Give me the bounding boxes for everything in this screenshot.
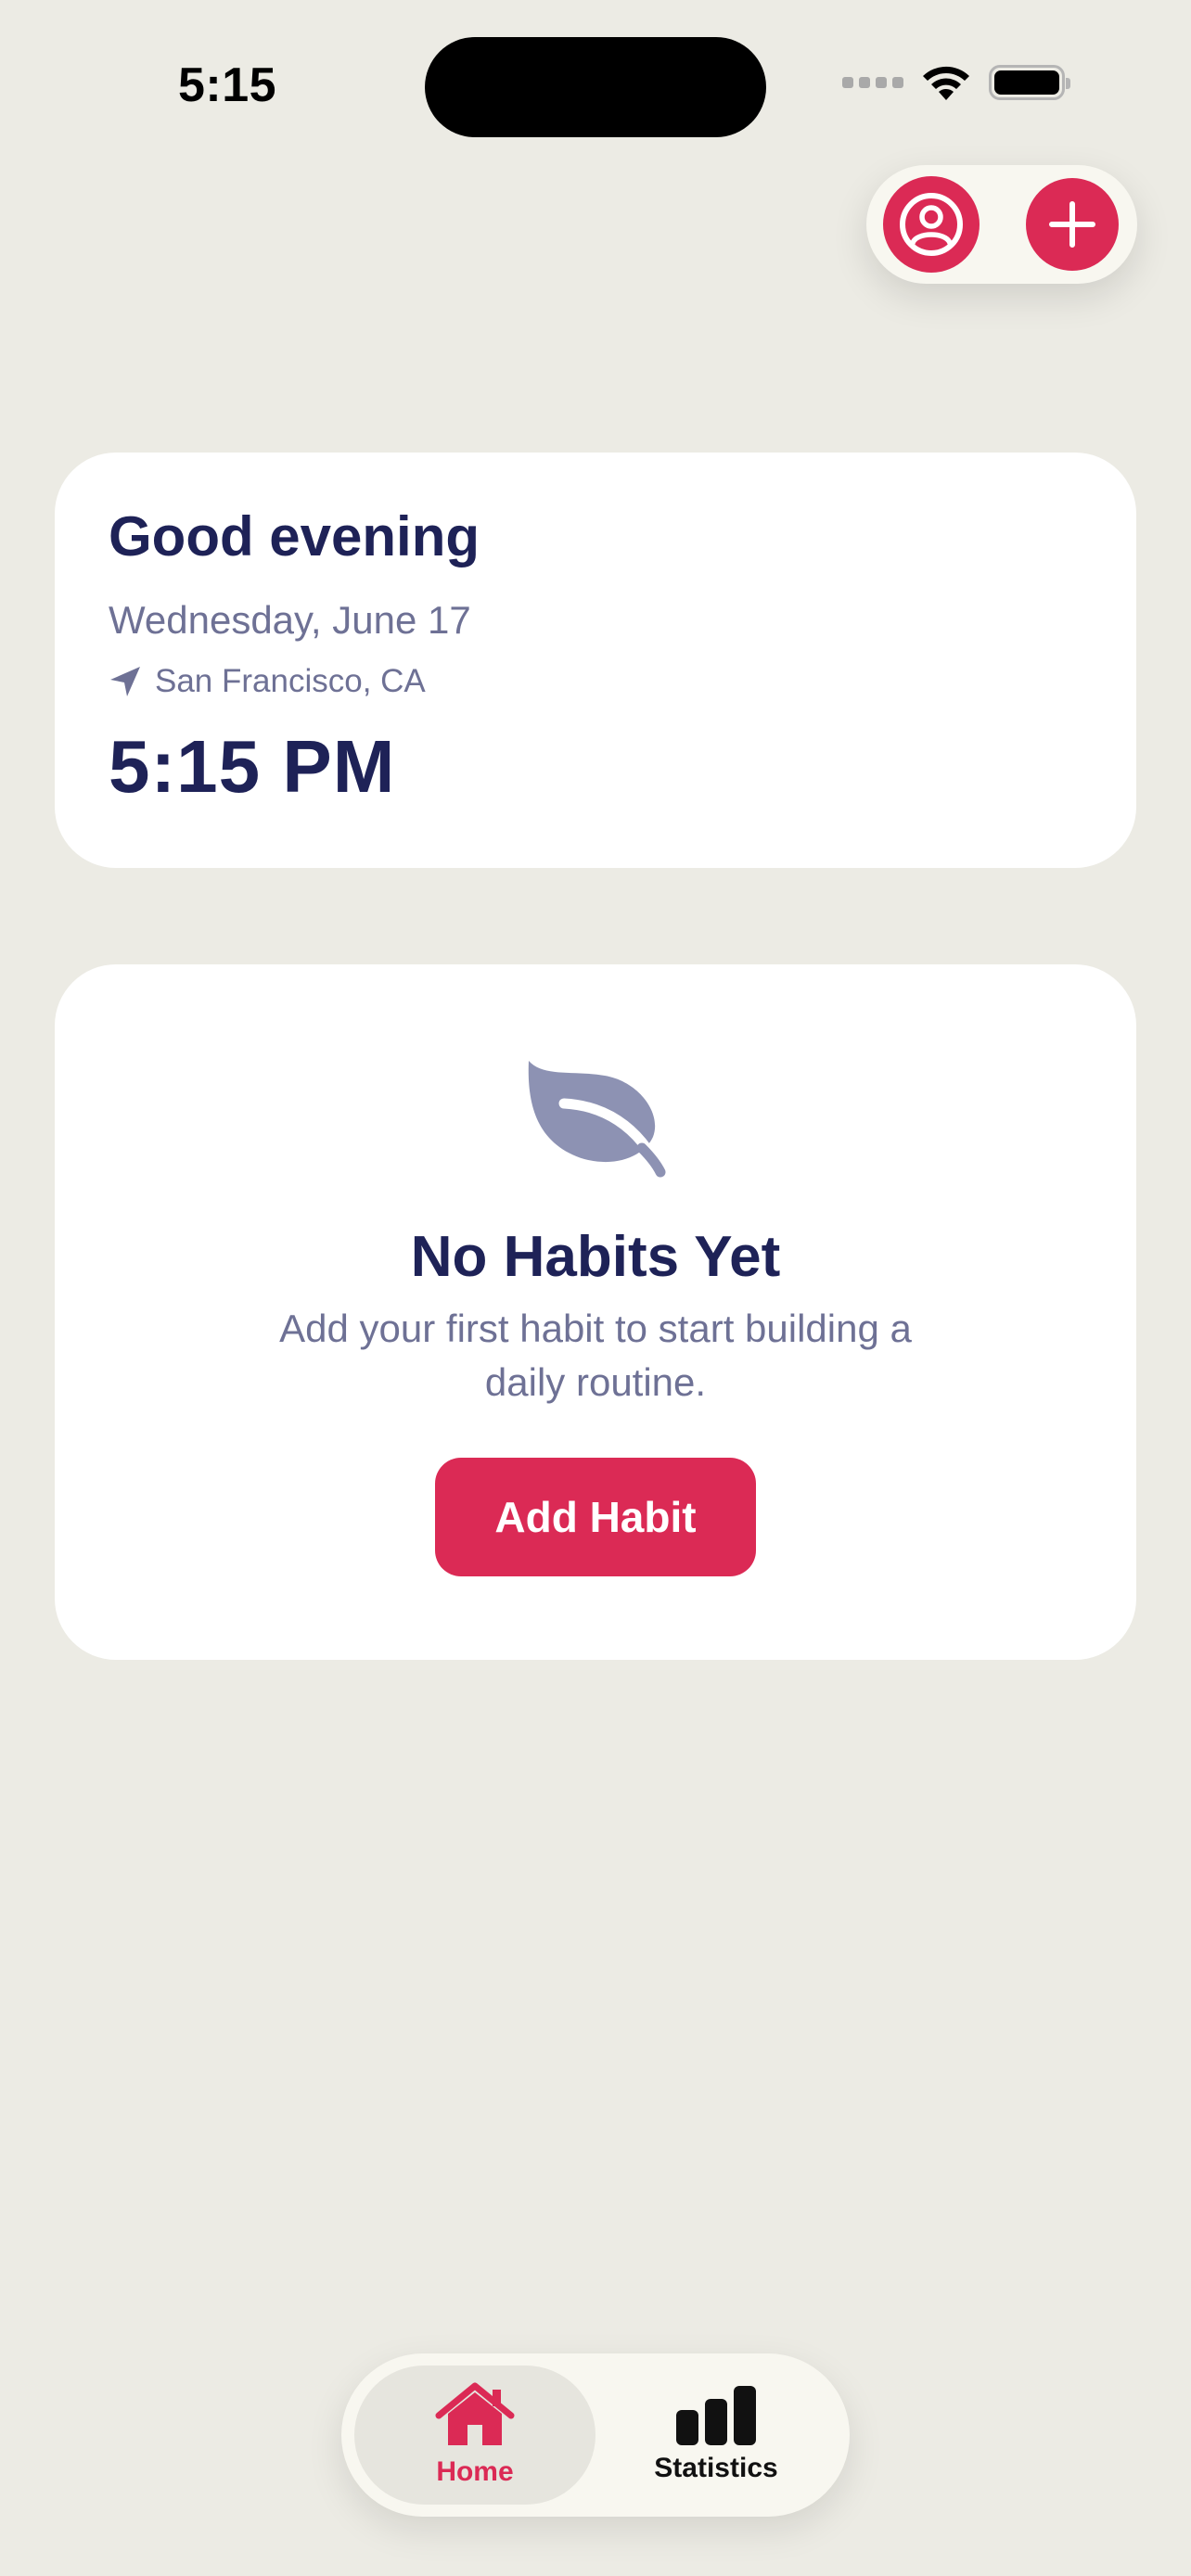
greeting-card: Good evening Wednesday, June 17 San Fran… <box>55 453 1136 868</box>
person-circle-icon <box>900 193 963 256</box>
empty-state-description: Add your first habit to start building a… <box>279 1307 912 1404</box>
bar-chart-icon <box>676 2386 756 2445</box>
tab-bar: Home Statistics <box>341 2353 850 2517</box>
empty-habits-card: No Habits Yet Add your first habit to st… <box>55 964 1136 1660</box>
profile-button[interactable] <box>883 176 980 273</box>
current-time: 5:15 PM <box>109 725 396 808</box>
tab-home-label: Home <box>436 2456 514 2487</box>
leaf-icon <box>528 1061 666 1178</box>
empty-state-title: No Habits Yet <box>410 1225 781 1289</box>
status-indicators <box>842 63 1070 102</box>
add-habit-button[interactable]: Add Habit <box>435 1458 756 1576</box>
top-action-bar <box>866 165 1137 284</box>
tab-statistics-label: Statistics <box>654 2453 778 2483</box>
location-arrow-icon <box>110 667 140 696</box>
dynamic-island <box>425 37 766 137</box>
battery-icon <box>989 65 1070 100</box>
screen: 5:15 Good evening Wednesday, June 17 San… <box>0 0 1191 2576</box>
location-row: San Francisco, CA <box>109 663 1082 700</box>
tab-home[interactable]: Home <box>354 2366 596 2505</box>
plus-icon <box>1049 201 1095 248</box>
add-button[interactable] <box>1026 178 1119 271</box>
cellular-signal-icon <box>842 77 903 88</box>
greeting-text: Good evening <box>109 505 480 567</box>
house-icon <box>435 2382 515 2445</box>
status-time: 5:15 <box>178 58 277 112</box>
location-text: San Francisco, CA <box>155 663 426 699</box>
wifi-icon <box>923 66 969 100</box>
date-text: Wednesday, June 17 <box>109 598 471 642</box>
tab-statistics[interactable]: Statistics <box>596 2366 837 2505</box>
